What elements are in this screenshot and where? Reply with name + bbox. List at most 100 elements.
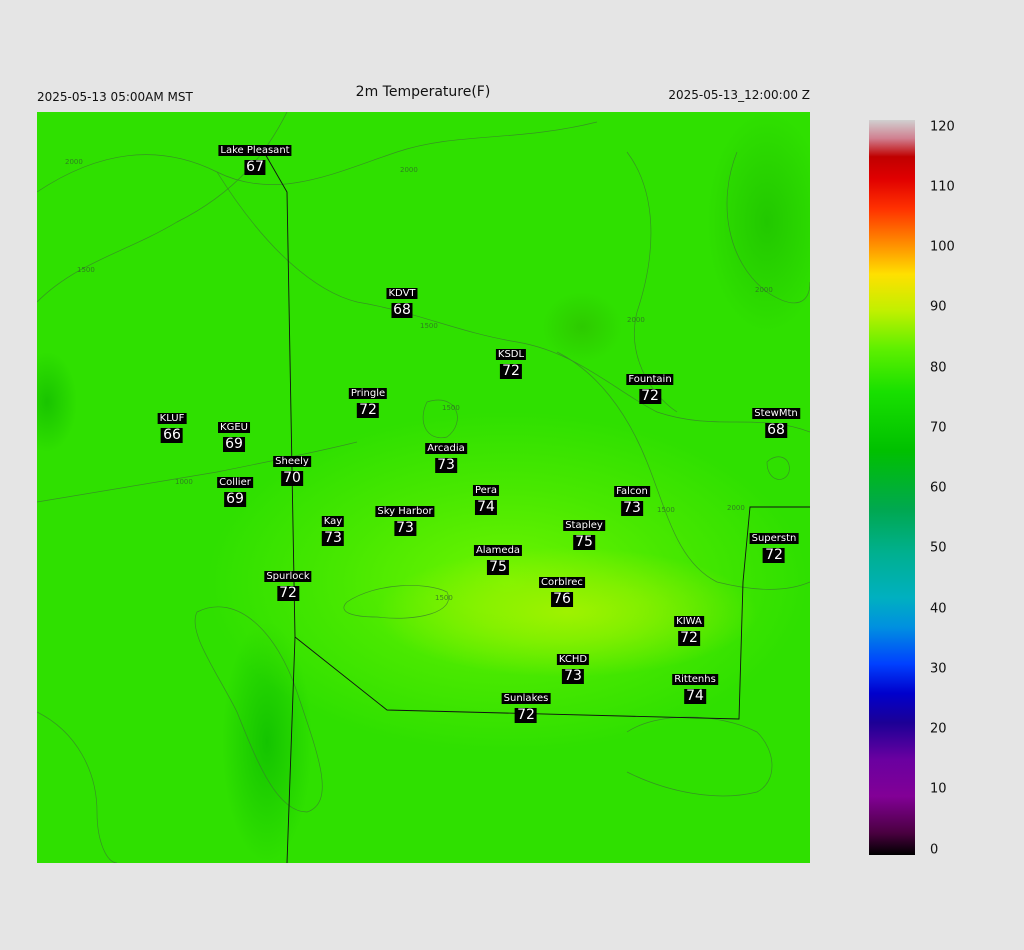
station-temperature: 74 [684, 688, 706, 704]
contour-label: 1500 [420, 322, 438, 330]
station-pringle[interactable]: Pringle 72 [348, 381, 388, 418]
contour-line [194, 606, 323, 813]
station-temperature: 72 [277, 585, 299, 601]
station-ksdl[interactable]: KSDL 72 [495, 342, 527, 379]
station-temperature: 68 [391, 302, 413, 318]
station-name: Sunlakes [501, 693, 551, 704]
colorbar-tick-label: 90 [930, 299, 947, 315]
station-kchd[interactable]: KCHD 73 [556, 647, 590, 684]
contour-label: 2000 [65, 158, 83, 166]
station-temperature: 72 [763, 547, 785, 563]
contour-line [343, 585, 449, 619]
station-fountain[interactable]: Fountain 72 [626, 367, 674, 404]
contour-line [37, 711, 118, 863]
station-name: Pringle [348, 388, 388, 399]
contour-line [626, 716, 773, 797]
colorbar-tick-label: 0 [930, 842, 939, 858]
contour-line [766, 456, 790, 480]
station-collier[interactable]: Collier 69 [217, 470, 253, 507]
station-temperature: 75 [573, 534, 595, 550]
contour-line [216, 171, 810, 433]
station-temperature: 72 [357, 402, 379, 418]
station-name: Sheely [273, 456, 311, 467]
colorbar-tick-label: 100 [930, 239, 955, 255]
temperature-map[interactable]: 2000 1500 1000 1500 1500 1500 2000 1500 … [37, 112, 810, 863]
station-pera[interactable]: Pera 74 [472, 478, 500, 515]
colorbar-tick-label: 70 [930, 420, 947, 436]
station-lake-pleasant[interactable]: Lake Pleasant 67 [218, 138, 292, 175]
station-name: Falcon [614, 486, 650, 497]
station-sunlakes[interactable]: Sunlakes 72 [501, 686, 551, 723]
station-name: Superstn [749, 533, 799, 544]
contour-label: 1500 [442, 404, 460, 412]
station-falcon[interactable]: Falcon 73 [614, 479, 650, 516]
colorbar-tick-label: 80 [930, 360, 947, 376]
temperature-colorbar [869, 120, 915, 855]
station-kdvt[interactable]: KDVT 68 [386, 281, 418, 318]
station-name: Spurlock [264, 571, 312, 582]
station-spurlock[interactable]: Spurlock 72 [264, 564, 312, 601]
station-name: Pera [472, 485, 500, 496]
station-name: Arcadia [425, 443, 467, 454]
station-temperature: 73 [621, 500, 643, 516]
contour-label: 1500 [657, 506, 675, 514]
station-temperature: 72 [515, 707, 537, 723]
station-name: KCHD [556, 654, 590, 665]
station-kgeu[interactable]: KGEU 69 [218, 415, 250, 452]
contour-label: 1000 [175, 478, 193, 486]
station-temperature: 72 [500, 363, 522, 379]
station-temperature: 70 [281, 470, 303, 486]
valid-time-utc: 2025-05-13_12:00:00 Z [668, 88, 810, 102]
station-temperature: 73 [322, 530, 344, 546]
station-stapley[interactable]: Stapley 75 [563, 513, 605, 550]
colorbar-tick-label: 30 [930, 661, 947, 677]
contour-label: 2000 [627, 316, 645, 324]
station-temperature: 74 [475, 499, 497, 515]
station-name: Fountain [626, 374, 674, 385]
colorbar-tick-label: 110 [930, 179, 955, 195]
colorbar-tick-label: 60 [930, 480, 947, 496]
station-rittenhs[interactable]: Rittenhs 74 [672, 667, 718, 704]
colorbar-tick-label: 10 [930, 781, 947, 797]
station-sky-harbor[interactable]: Sky Harbor 73 [375, 499, 435, 536]
boundary-line [294, 506, 810, 720]
station-temperature: 67 [244, 159, 266, 175]
colorbar-tick-label: 120 [930, 119, 955, 135]
station-superstn[interactable]: Superstn 72 [749, 526, 799, 563]
station-name: Corblrec [539, 577, 585, 588]
station-temperature: 72 [639, 388, 661, 404]
station-name: KLUF [157, 413, 187, 424]
station-kiwa[interactable]: KIWA 72 [674, 609, 704, 646]
station-temperature: 75 [487, 559, 509, 575]
station-temperature: 73 [435, 457, 457, 473]
station-temperature: 66 [161, 427, 183, 443]
station-name: Collier [217, 477, 253, 488]
station-name: Sky Harbor [375, 506, 435, 517]
colorbar-tick-label: 50 [930, 540, 947, 556]
station-stewmtn[interactable]: StewMtn 68 [752, 401, 800, 438]
station-kluf[interactable]: KLUF 66 [157, 406, 187, 443]
station-name: StewMtn [752, 408, 800, 419]
station-name: KIWA [674, 616, 704, 627]
station-temperature: 69 [223, 436, 245, 452]
station-name: KGEU [218, 422, 250, 433]
colorbar-tick-label: 40 [930, 601, 947, 617]
station-name: Rittenhs [672, 674, 718, 685]
station-temperature: 73 [394, 520, 416, 536]
station-name: KDVT [386, 288, 418, 299]
station-temperature: 76 [551, 591, 573, 607]
station-kay[interactable]: Kay 73 [321, 509, 345, 546]
station-sheely[interactable]: Sheely 70 [273, 449, 311, 486]
station-temperature: 68 [765, 422, 787, 438]
station-temperature: 69 [224, 491, 246, 507]
contour-label: 2000 [755, 286, 773, 294]
boundary-line [263, 151, 296, 863]
terrain-contours: 2000 1500 1000 1500 1500 1500 2000 1500 … [37, 112, 810, 863]
station-arcadia[interactable]: Arcadia 73 [425, 436, 467, 473]
station-corblrec[interactable]: Corblrec 76 [539, 570, 585, 607]
station-alameda[interactable]: Alameda 75 [473, 538, 523, 575]
contour-label: 1500 [77, 266, 95, 274]
station-temperature: 72 [678, 630, 700, 646]
station-name: Kay [321, 516, 345, 527]
contour-label: 1500 [435, 594, 453, 602]
